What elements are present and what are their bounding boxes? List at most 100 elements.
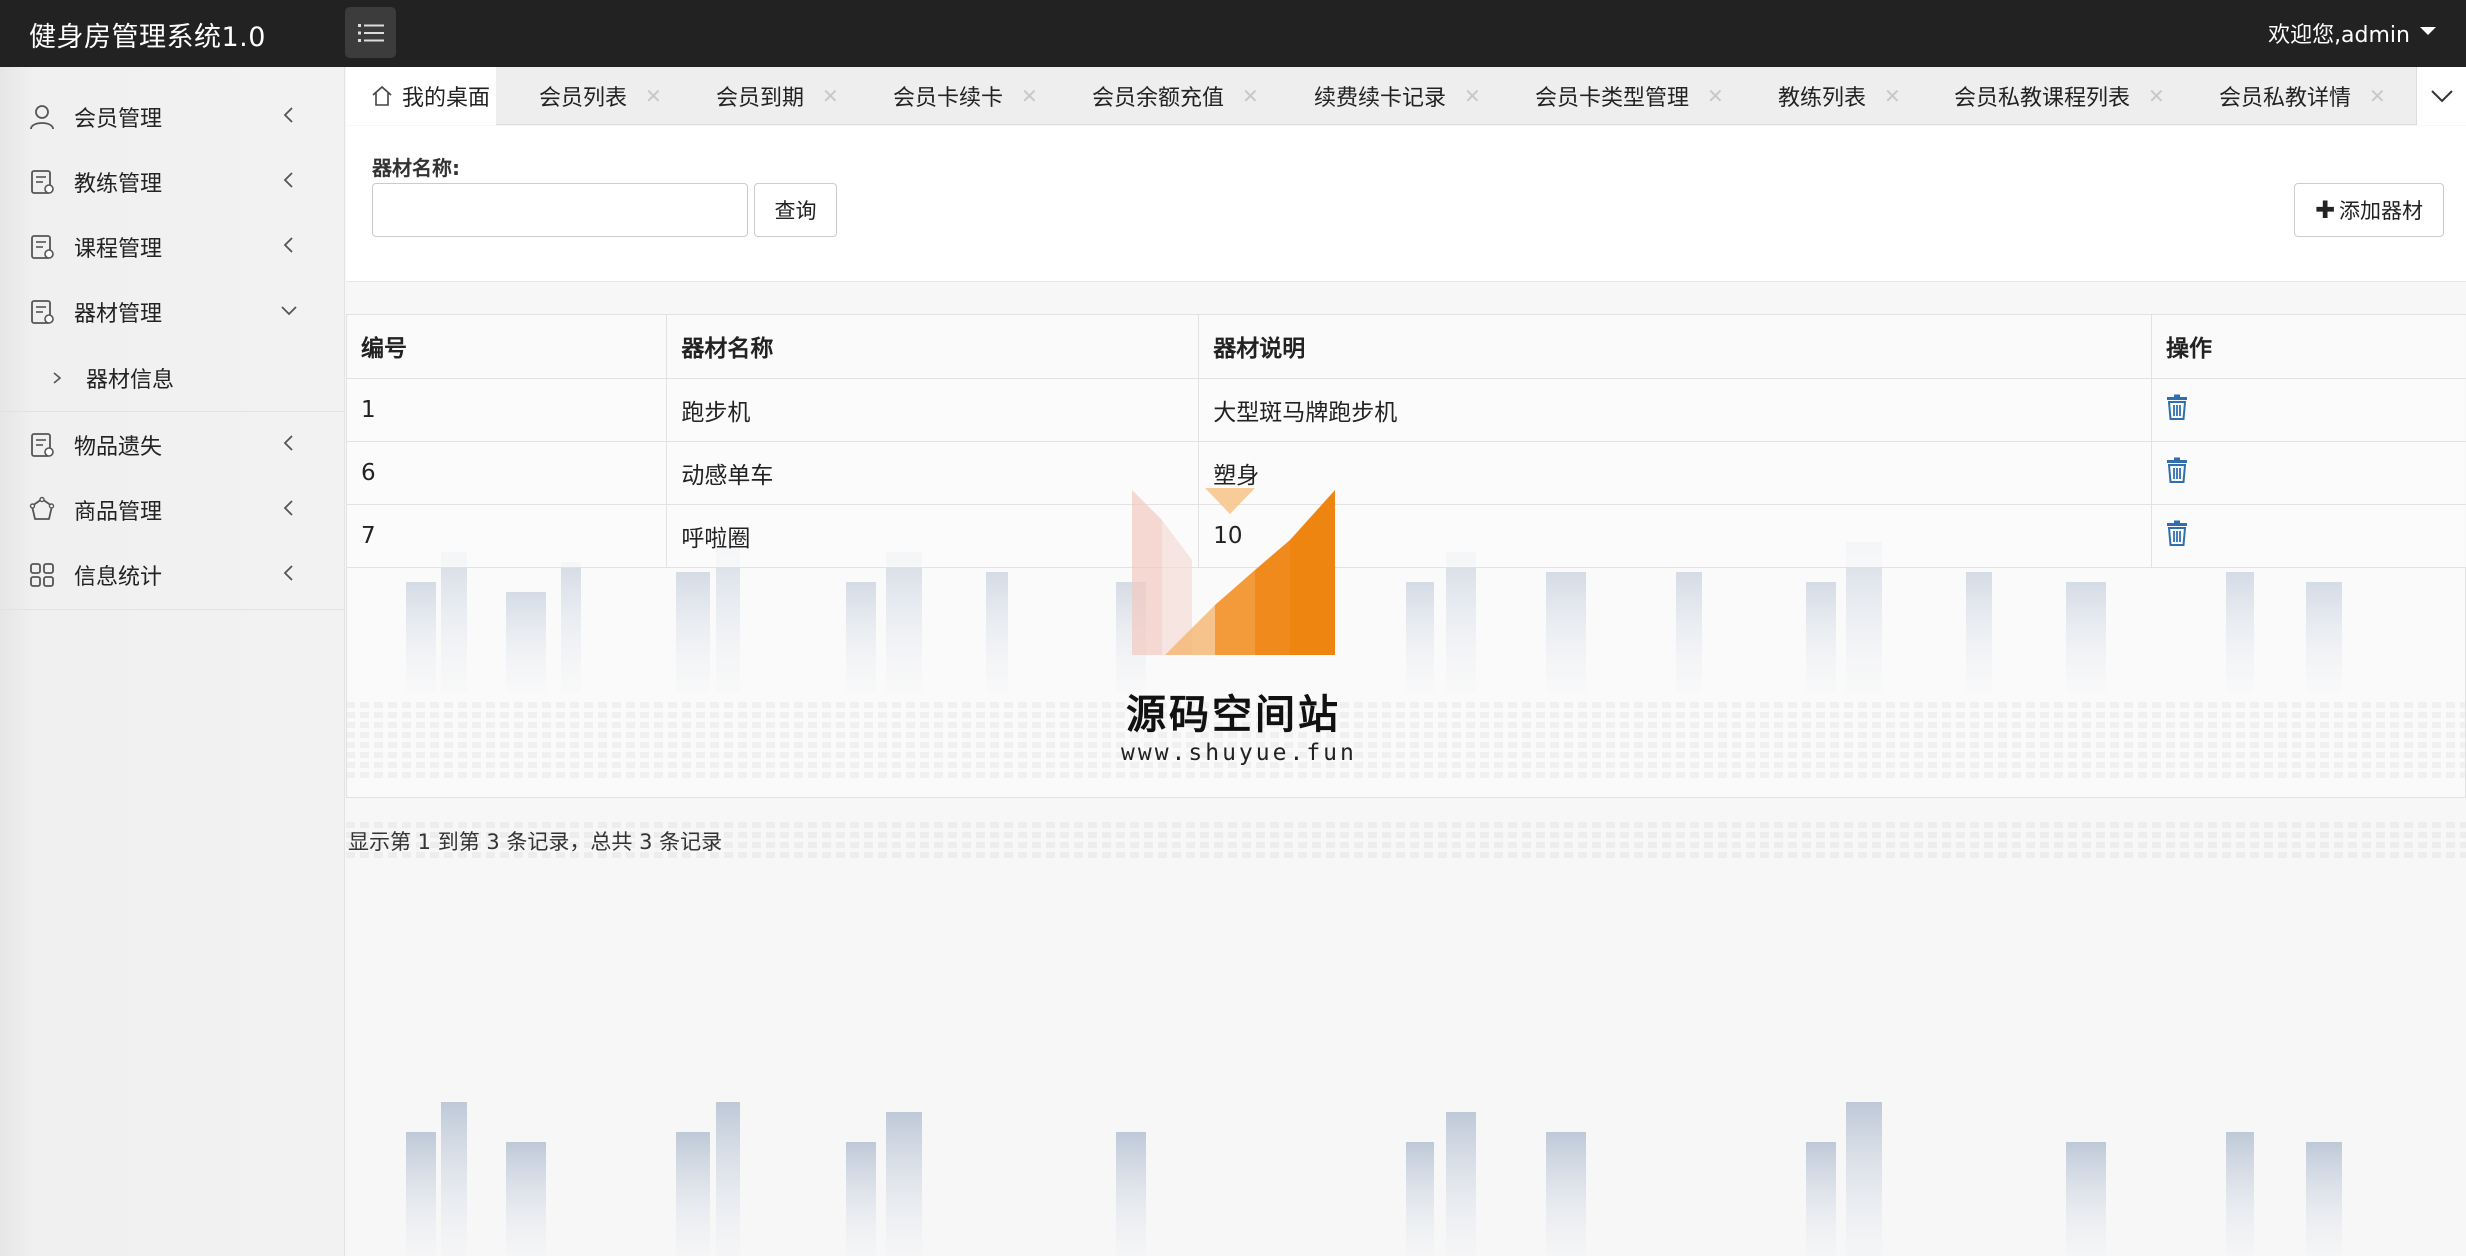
cell-id: 1 (347, 378, 668, 442)
sidebar-item-coach[interactable]: 教练管理 (0, 149, 344, 214)
sidebar-item-label: 教练管理 (74, 171, 163, 197)
add-equipment-label: 添加器材 (2339, 199, 2424, 223)
equipment-name-input[interactable] (372, 183, 748, 237)
table-header-row: 编号 器材名称 器材说明 操作 (347, 315, 2466, 379)
chevron-right-icon (53, 371, 62, 384)
menu-toggle-button[interactable] (345, 7, 396, 58)
tab-coach-list[interactable]: 教练列表 ✕ (1778, 67, 1901, 125)
tab-label: 会员余额充值 (1092, 86, 1225, 111)
list-icon (357, 23, 384, 42)
cell-actions (2151, 504, 2466, 568)
watermark-title: 源码空间站 (1126, 692, 1341, 738)
trash-icon[interactable] (2166, 394, 2188, 426)
sidebar-subitem-equipment-info[interactable]: 器材信息 (0, 344, 344, 412)
tab-member-list[interactable]: 会员列表 ✕ (539, 67, 662, 125)
chevron-left-icon (283, 237, 293, 253)
table-row: 7 呼啦圈 10 (347, 504, 2466, 568)
chevron-left-icon (283, 565, 293, 581)
sidebar-item-lost-items[interactable]: 物品遗失 (0, 412, 344, 477)
sidebar-item-equipment[interactable]: 器材管理 (0, 279, 344, 344)
cell-actions (2151, 378, 2466, 442)
close-icon[interactable]: ✕ (822, 84, 839, 108)
close-icon[interactable]: ✕ (2148, 84, 2165, 108)
close-icon[interactable]: ✕ (2369, 84, 2386, 108)
plus-icon: ✚ (2314, 196, 2336, 224)
sidebar-item-goods[interactable]: 商品管理 (0, 477, 344, 542)
tab-card-types[interactable]: 会员卡类型管理 ✕ (1535, 67, 1724, 125)
sidebar-subitem-label: 器材信息 (86, 367, 175, 393)
tab-balance-recharge[interactable]: 会员余额充值 ✕ (1092, 67, 1259, 125)
cell-name: 呼啦圈 (666, 504, 1200, 568)
cell-name: 动感单车 (666, 441, 1200, 505)
tab-label: 会员列表 (539, 86, 628, 111)
watermark-url: www.shuyue.fun (1121, 740, 1357, 766)
close-icon[interactable]: ✕ (1021, 84, 1038, 108)
sidebar-item-label: 信息统计 (74, 564, 163, 590)
top-bar: 健身房管理系统1.0 欢迎您,admin (0, 0, 2466, 67)
sidebar-item-course[interactable]: 课程管理 (0, 214, 344, 279)
sidebar-item-label: 会员管理 (74, 106, 163, 132)
pagination-summary: 显示第 1 到第 3 条记录，总共 3 条记录 (348, 830, 723, 854)
sidebar-item-label: 器材管理 (74, 301, 163, 327)
tab-label: 会员私教详情 (2219, 86, 2352, 111)
document-icon (28, 298, 56, 326)
document-icon (28, 168, 56, 196)
tab-renew-records[interactable]: 续费续卡记录 ✕ (1314, 67, 1481, 125)
column-header-actions: 操作 (2151, 315, 2466, 379)
home-icon (372, 85, 392, 106)
cell-id: 6 (347, 441, 668, 505)
close-icon[interactable]: ✕ (1707, 84, 1724, 108)
document-icon (28, 233, 56, 261)
tabs-more-button[interactable] (2416, 67, 2466, 125)
cell-name: 跑步机 (666, 378, 1200, 442)
tab-label: 会员到期 (716, 86, 805, 111)
column-header-name[interactable]: 器材名称 (666, 315, 1200, 379)
tab-bar: 我的桌面 会员列表 ✕ 会员到期 ✕ 会员卡续卡 ✕ 会员余额充值 ✕ 续费续卡记录 ✕ … (346, 67, 2466, 125)
chevron-down-icon (2430, 90, 2453, 103)
app-title: 健身房管理系统1.0 (29, 22, 266, 53)
search-panel: 器材名称: 查询 ✚ 添加器材 (346, 126, 2466, 282)
tab-card-renew[interactable]: 会员卡续卡 ✕ (893, 67, 1038, 125)
tab-label: 续费续卡记录 (1314, 86, 1447, 111)
close-icon[interactable]: ✕ (645, 84, 662, 108)
tab-label: 教练列表 (1778, 86, 1867, 111)
trash-icon[interactable] (2166, 520, 2188, 552)
tab-label: 我的桌面 (402, 86, 491, 111)
chevron-left-icon (283, 435, 293, 451)
user-menu[interactable]: 欢迎您,admin (2268, 17, 2436, 49)
close-icon[interactable]: ✕ (1464, 84, 1481, 108)
tab-member-expire[interactable]: 会员到期 ✕ (716, 67, 839, 125)
caret-down-icon (2420, 27, 2436, 35)
sidebar-item-member[interactable]: 会员管理 (0, 84, 344, 149)
tab-label: 会员卡类型管理 (1535, 86, 1690, 111)
sidebar-item-label: 物品遗失 (74, 434, 163, 460)
document-icon (28, 431, 56, 459)
sidebar-item-statistics[interactable]: 信息统计 (0, 542, 344, 607)
close-icon[interactable]: ✕ (1242, 84, 1259, 108)
trash-icon[interactable] (2166, 457, 2188, 489)
tab-label: 会员私教课程列表 (1954, 86, 2131, 111)
chevron-left-icon (283, 172, 293, 188)
tab-desktop[interactable]: 我的桌面 (346, 67, 496, 125)
user-greeting: 欢迎您,admin (2268, 23, 2410, 48)
chevron-left-icon (283, 107, 293, 123)
chevron-down-icon (281, 306, 297, 316)
cell-description: 大型斑马牌跑步机 (1198, 378, 2153, 442)
sidebar-item-label: 商品管理 (74, 499, 163, 525)
add-equipment-button[interactable]: ✚ 添加器材 (2294, 183, 2444, 237)
equipment-table-container: 编号 器材名称 器材说明 操作 1 跑步机 大型斑马牌跑步机 6 动感单车 塑身… (346, 314, 2466, 798)
query-button[interactable]: 查询 (754, 183, 837, 237)
grid-icon (28, 561, 56, 589)
cell-actions (2151, 441, 2466, 505)
cell-id: 7 (347, 504, 668, 568)
sidebar-item-label: 课程管理 (74, 236, 163, 262)
user-icon (28, 103, 56, 131)
tab-private-courses[interactable]: 会员私教课程列表 ✕ (1954, 67, 2165, 125)
close-icon[interactable]: ✕ (1884, 84, 1901, 108)
cycle-icon (28, 496, 56, 524)
sidebar: 会员管理 教练管理 课程管理 器材管理 器材信息 物品遗失 商品管理 信息统计 (0, 67, 345, 1256)
column-header-id[interactable]: 编号 (347, 315, 668, 379)
tab-private-detail[interactable]: 会员私教详情 ✕ (2219, 67, 2386, 125)
column-header-description[interactable]: 器材说明 (1198, 315, 2153, 379)
search-label: 器材名称: (372, 156, 460, 180)
